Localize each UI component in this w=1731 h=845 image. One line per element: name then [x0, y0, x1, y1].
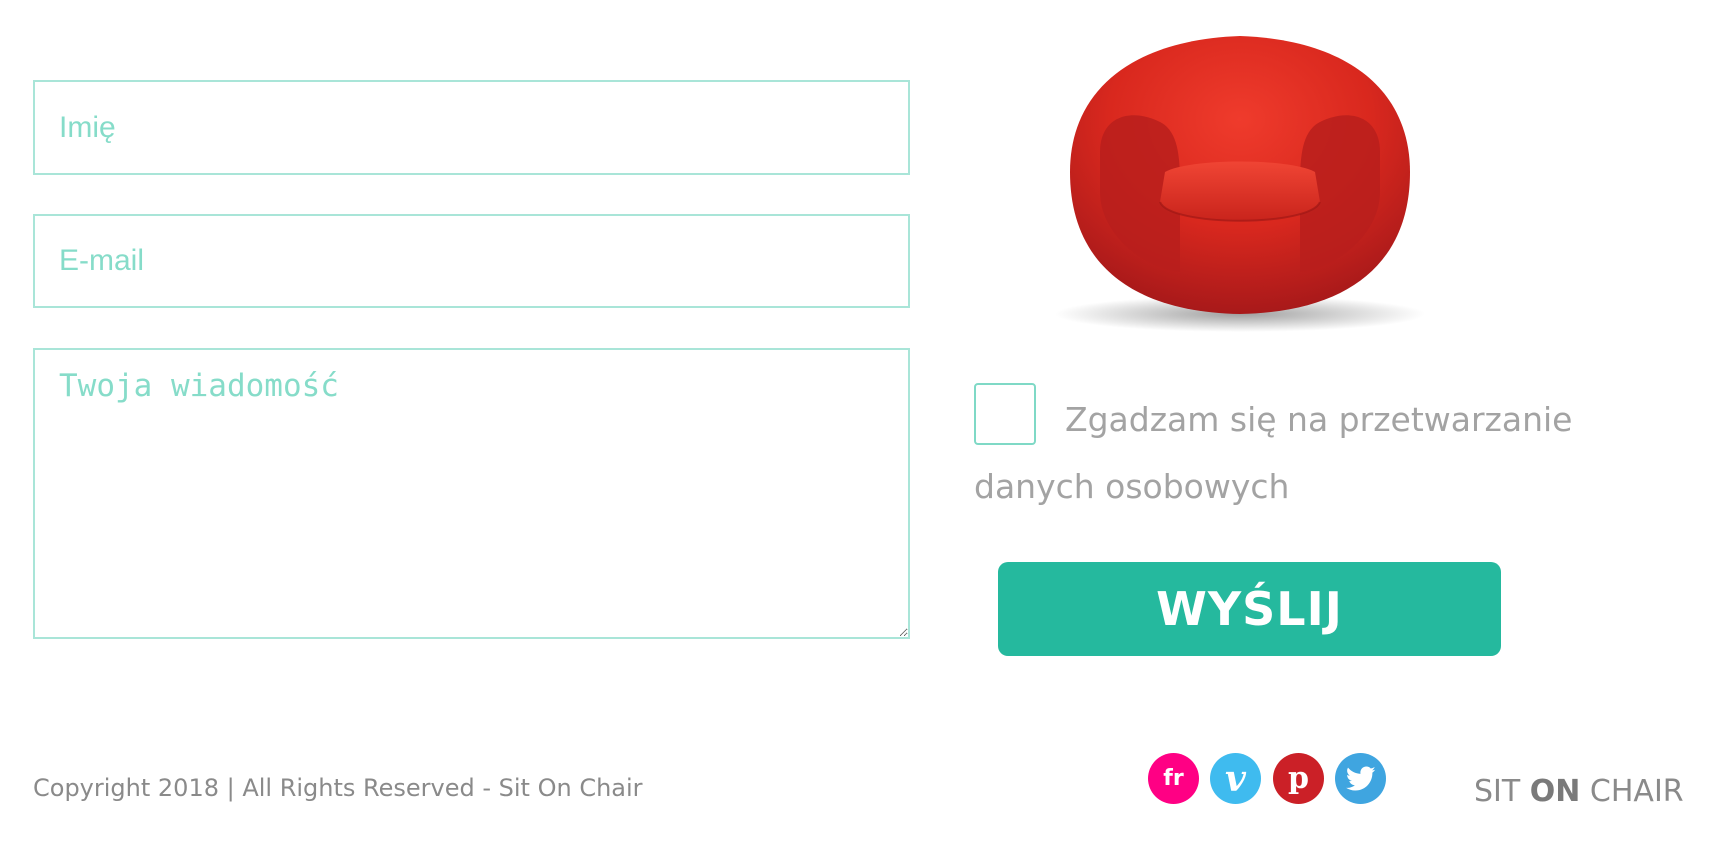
twitter-bird	[1345, 766, 1375, 790]
flickr-icon[interactable]: fr	[1148, 753, 1199, 804]
pinterest-icon[interactable]: p	[1273, 753, 1324, 804]
email-input[interactable]	[33, 214, 910, 308]
logo-part-3: CHAIR	[1580, 774, 1684, 809]
vimeo-label: v	[1225, 757, 1246, 800]
chair-image	[1055, 36, 1425, 332]
flickr-label: fr	[1163, 766, 1184, 791]
consent-label: Zgadzam się na przetwarzanie danych osob…	[974, 400, 1573, 506]
consent-checkbox[interactable]	[974, 383, 1036, 445]
message-textarea[interactable]	[33, 348, 910, 639]
vimeo-icon[interactable]: v	[1210, 753, 1261, 804]
copyright-text: Copyright 2018 | All Rights Reserved - S…	[33, 774, 643, 802]
name-input[interactable]	[33, 80, 910, 175]
logo-part-1: SIT	[1474, 774, 1530, 809]
consent-row: Zgadzam się na przetwarzanie danych osob…	[974, 383, 1694, 520]
pinterest-label: p	[1288, 761, 1309, 796]
site-logo[interactable]: SIT ON CHAIR	[1474, 774, 1684, 809]
logo-part-2: ON	[1529, 774, 1581, 809]
twitter-icon[interactable]	[1335, 753, 1386, 804]
send-button[interactable]: WYŚLIJ	[998, 562, 1501, 656]
